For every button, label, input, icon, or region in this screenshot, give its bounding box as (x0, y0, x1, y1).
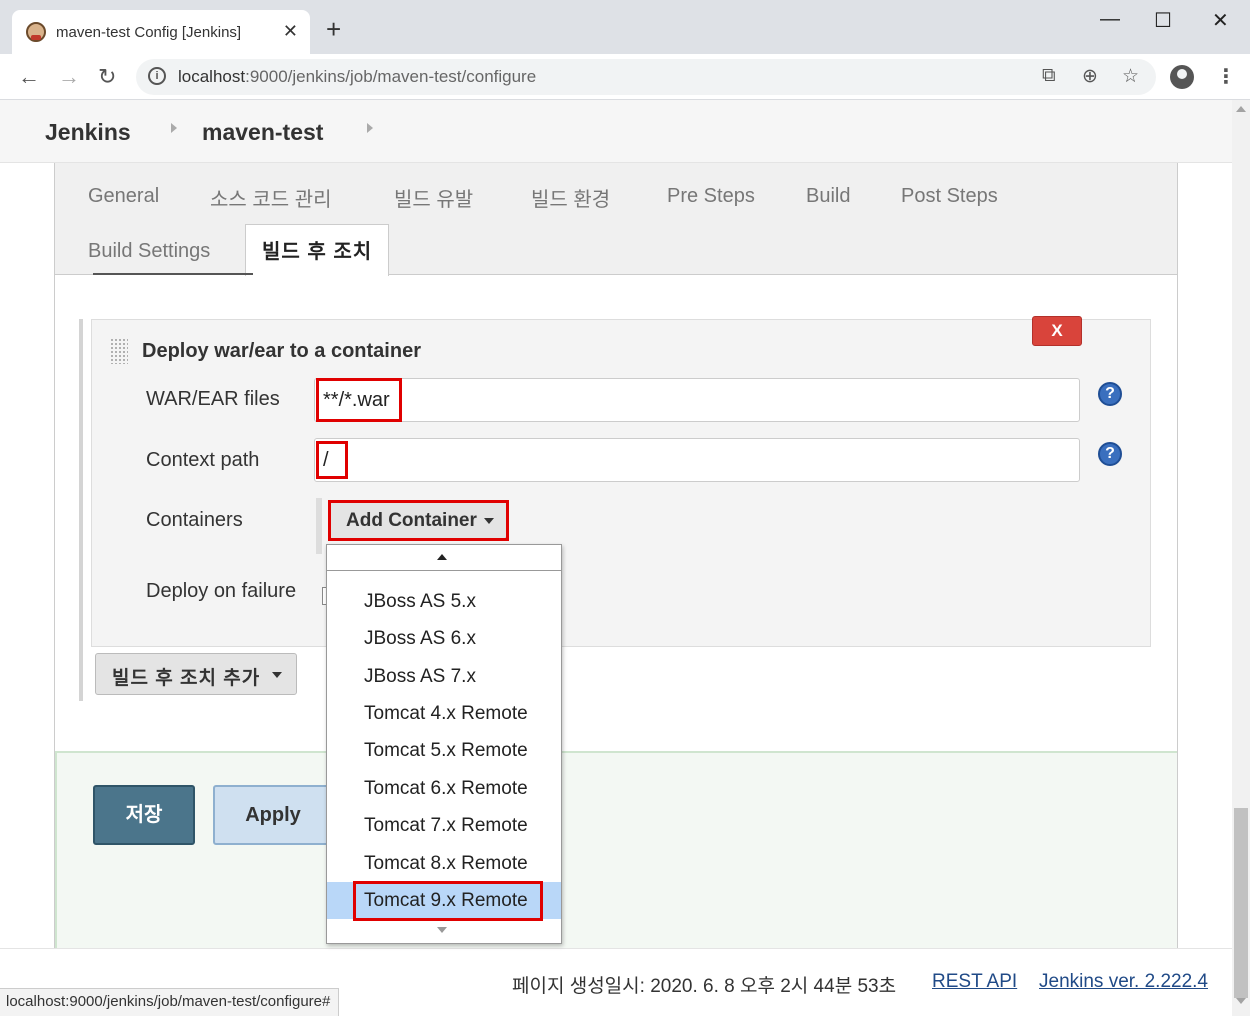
menu-item-tomcat-9[interactable]: Tomcat 9.x Remote (327, 882, 561, 919)
save-button[interactable]: 저장 (93, 785, 195, 845)
breadcrumb-separator[interactable] (171, 123, 177, 133)
delete-step-button[interactable]: X (1032, 316, 1082, 346)
tab-post-build-actions[interactable]: 빌드 후 조치 (245, 224, 390, 276)
tab-build-environment[interactable]: 빌드 환경 (531, 183, 610, 212)
bookmark-star-icon[interactable]: ☆ (1122, 65, 1139, 88)
breadcrumb-separator[interactable] (367, 123, 373, 133)
deploy-on-failure-label: Deploy on failure (146, 580, 297, 602)
help-icon[interactable]: ? (1098, 382, 1122, 406)
menu-item-jboss-7[interactable]: JBoss AS 7.x (327, 658, 561, 695)
browser-tab[interactable]: maven-test Config [Jenkins] ✕ (12, 10, 310, 54)
window-close-button[interactable]: ✕ (1212, 8, 1229, 33)
containers-label: Containers (146, 509, 243, 531)
page-scrollbar[interactable] (1232, 100, 1250, 1016)
menu-kebab-icon[interactable]: ⋮ (1216, 64, 1236, 89)
page-generated-time: 페이지 생성일시: 2020. 6. 8 오후 2시 44분 53초 (512, 976, 897, 997)
section-header-fragment (93, 273, 253, 279)
war-files-label: WAR/EAR files (146, 388, 280, 410)
add-post-build-action-label: 빌드 후 조치 추가 (112, 668, 261, 689)
context-path-input[interactable]: / (314, 438, 1080, 482)
menu-item-tomcat-7[interactable]: Tomcat 7.x Remote (327, 807, 561, 844)
apply-button[interactable]: Apply (213, 785, 333, 845)
menu-scroll-up-icon[interactable] (327, 545, 561, 571)
zoom-icon[interactable]: ⊕ (1082, 65, 1098, 88)
deploy-war-block: Deploy war/ear to a container X WAR/EAR … (79, 316, 1151, 701)
tab-build-settings[interactable]: Build Settings (88, 240, 210, 263)
reload-icon[interactable]: ↻ (98, 64, 116, 90)
container-dropdown-menu: JBoss AS 5.x JBoss AS 6.x JBoss AS 7.x T… (326, 544, 562, 944)
drag-handle-icon[interactable] (110, 338, 128, 364)
tab-build[interactable]: Build (806, 185, 850, 208)
scroll-up-arrow-icon[interactable] (1236, 106, 1246, 112)
menu-item-jboss-6[interactable]: JBoss AS 6.x (327, 620, 561, 657)
browser-toolbar: ← → ↻ i localhost:9000/jenkins/job/maven… (0, 54, 1250, 100)
tab-scm[interactable]: 소스 코드 관리 (210, 183, 332, 212)
new-tab-button[interactable]: + (326, 16, 341, 42)
breadcrumb-job[interactable]: maven-test (202, 119, 323, 146)
rest-api-link[interactable]: REST API (932, 971, 1017, 993)
caret-down-icon (484, 518, 494, 524)
deploy-war-panel: Deploy war/ear to a container X WAR/EAR … (91, 316, 1151, 647)
tab-pre-steps[interactable]: Pre Steps (667, 185, 755, 208)
status-bar-url: localhost:9000/jenkins/job/maven-test/co… (0, 988, 340, 1016)
menu-item-tomcat-4[interactable]: Tomcat 4.x Remote (327, 695, 561, 732)
add-post-build-action-button[interactable]: 빌드 후 조치 추가 (95, 653, 297, 695)
jenkins-page: Jenkins maven-test General 소스 코드 관리 빌드 유… (0, 100, 1232, 1016)
browser-tabstrip: maven-test Config [Jenkins] ✕ + — ☐ ✕ (0, 0, 1250, 54)
caret-down-icon (272, 672, 282, 678)
jenkins-favicon (26, 22, 46, 42)
site-info-icon[interactable]: i (148, 67, 166, 85)
war-files-input[interactable]: **/*.war (314, 378, 1080, 422)
menu-item-tomcat-6[interactable]: Tomcat 6.x Remote (327, 770, 561, 807)
back-arrow-icon[interactable]: ← (18, 64, 40, 90)
help-icon[interactable]: ? (1098, 442, 1122, 466)
menu-item-tomcat-5[interactable]: Tomcat 5.x Remote (327, 732, 561, 769)
forward-arrow-icon[interactable]: → (58, 64, 80, 90)
scrollbar-thumb[interactable] (1234, 808, 1248, 998)
context-path-label: Context path (146, 449, 260, 471)
profile-icon[interactable] (1170, 65, 1194, 89)
address-bar[interactable]: i localhost:9000/jenkins/job/maven-test/… (136, 59, 1156, 95)
menu-item-jboss-5[interactable]: JBoss AS 5.x (327, 583, 561, 620)
menu-scroll-down-icon[interactable] (327, 919, 561, 943)
minimize-button[interactable]: — (1100, 8, 1120, 31)
tab-general[interactable]: General (88, 185, 159, 208)
scroll-down-arrow-icon[interactable] (1236, 998, 1246, 1004)
add-container-label: Add Container (346, 510, 477, 531)
containers-indent-bar (316, 498, 322, 554)
breadcrumb: Jenkins maven-test (0, 100, 1232, 163)
url-text[interactable]: localhost:9000/jenkins/job/maven-test/co… (178, 67, 536, 87)
config-tabbar: General 소스 코드 관리 빌드 유발 빌드 환경 Pre Steps B… (55, 163, 1177, 276)
maximize-button[interactable]: ☐ (1154, 8, 1172, 33)
tab-post-steps[interactable]: Post Steps (901, 185, 998, 208)
config-panel: General 소스 코드 관리 빌드 유발 빌드 환경 Pre Steps B… (54, 163, 1178, 989)
tab-title: maven-test Config [Jenkins] (56, 24, 242, 41)
tab-close-icon[interactable]: ✕ (283, 21, 298, 42)
menu-item-tomcat-8[interactable]: Tomcat 8.x Remote (327, 845, 561, 882)
deploy-war-title: Deploy war/ear to a container (142, 340, 421, 362)
jenkins-version-link[interactable]: Jenkins ver. 2.222.4 (1039, 971, 1208, 993)
add-container-button[interactable]: Add Container (329, 501, 507, 539)
translate-icon[interactable]: ⧉ (1042, 65, 1056, 87)
tab-build-triggers[interactable]: 빌드 유발 (394, 183, 473, 212)
breadcrumb-jenkins[interactable]: Jenkins (45, 119, 131, 146)
